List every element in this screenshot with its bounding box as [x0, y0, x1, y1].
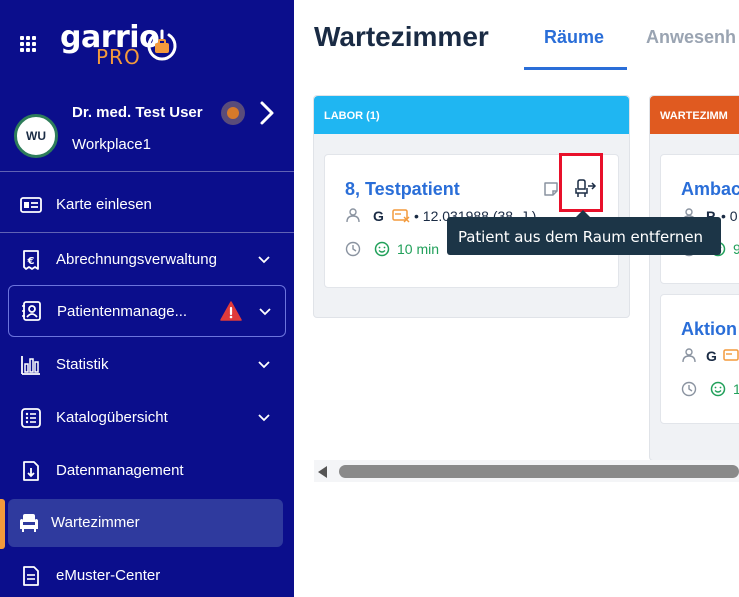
sidebar-item-read-card[interactable]: Karte einlesen: [8, 181, 286, 229]
user-name: Dr. med. Test User: [72, 104, 203, 121]
avatar[interactable]: WU: [14, 114, 58, 158]
insurance-card-icon: [723, 349, 739, 361]
sidebar-item-patients[interactable]: Patientenmanage...: [8, 285, 286, 337]
sidebar-item-label: Karte einlesen: [56, 196, 152, 213]
active-tab-underline: [524, 67, 627, 70]
sidebar-item-billing[interactable]: € Abrechnungsverwaltung: [8, 236, 286, 284]
divider: [0, 232, 294, 233]
waiting-time: 10: [733, 381, 739, 397]
clock-icon: [681, 381, 697, 397]
garrio-pro-logo[interactable]: garrio PRO: [60, 20, 190, 72]
id-card-icon: [20, 197, 42, 213]
sidebar-item-label: Katalogübersicht: [56, 409, 168, 426]
smiley-icon: [374, 241, 390, 257]
sidebar-item-emuster[interactable]: eMuster-Center: [8, 552, 286, 597]
chevron-down-icon[interactable]: [258, 305, 272, 319]
scrollbar-thumb[interactable]: [339, 465, 739, 478]
file-download-icon: [23, 461, 39, 481]
patient-file-icon: [22, 301, 41, 321]
chevron-down-icon[interactable]: [257, 411, 271, 425]
room-column-waiting: WARTEZIMM Ambac P • 0 9 Aktion G 1: [649, 95, 739, 461]
tab-attendance[interactable]: Anwesenh: [646, 27, 736, 48]
chevron-down-icon[interactable]: [257, 253, 271, 267]
power-briefcase-icon: [147, 29, 177, 61]
sidebar-item-catalog[interactable]: Katalogübersicht: [8, 394, 286, 442]
patient-card[interactable]: Aktion G 10: [660, 294, 739, 424]
patient-name[interactable]: Ambac: [681, 179, 739, 200]
armchair-icon: [20, 514, 38, 532]
clock-icon: [345, 241, 361, 257]
document-icon: [23, 566, 39, 586]
sidebar-item-label: Datenmanagement: [56, 462, 184, 479]
room-header: LABOR (1): [314, 96, 629, 134]
logo-product: PRO: [96, 45, 141, 69]
tab-rooms[interactable]: Räume: [544, 27, 604, 48]
patient-name[interactable]: Aktion: [681, 319, 737, 340]
sidebar-item-waiting-room[interactable]: Wartezimmer: [8, 499, 283, 547]
patient-name[interactable]: 8, Testpatient: [345, 179, 460, 200]
highlight-box: [559, 153, 603, 212]
tooltip-arrow: [576, 210, 590, 217]
waiting-time: 10 min: [397, 241, 440, 257]
scroll-left-arrow[interactable]: [318, 466, 327, 478]
smiley-icon: [710, 381, 726, 397]
sidebar-item-label: Patientenmanage...: [57, 303, 188, 320]
user-workplace: Workplace1: [72, 136, 151, 153]
user-profile[interactable]: WU Dr. med. Test User Workplace1: [0, 92, 294, 170]
sidebar: garrio PRO WU Dr. med. Test User Workpla…: [0, 0, 294, 597]
patient-dob: • 0: [721, 208, 738, 224]
main-content: Wartezimmer Räume Anwesenh LABOR (1) 8, …: [294, 0, 739, 597]
active-indicator: [0, 499, 5, 549]
insurance-card-icon: [392, 209, 410, 223]
insurance-type: G: [706, 348, 717, 364]
app-grid-icon[interactable]: [20, 36, 36, 52]
person-icon: [682, 348, 696, 363]
room-header: WARTEZIMM: [650, 96, 739, 134]
waiting-time: 9: [733, 241, 739, 257]
euro-receipt-icon: €: [23, 250, 39, 270]
sidebar-item-label: Wartezimmer: [51, 514, 140, 531]
status-indicator-icon[interactable]: [221, 101, 245, 125]
sidebar-item-label: eMuster-Center: [56, 567, 161, 584]
tooltip: Patient aus dem Raum entfernen: [447, 217, 721, 255]
chevron-down-icon[interactable]: [257, 358, 271, 372]
catalog-list-icon: [21, 408, 41, 428]
divider: [0, 171, 294, 172]
sidebar-item-label: Abrechnungsverwaltung: [56, 251, 217, 268]
person-icon: [346, 208, 360, 223]
statistics-chart-icon: [21, 356, 40, 375]
page-title: Wartezimmer: [314, 21, 489, 52]
sidebar-item-statistics[interactable]: Statistik: [8, 341, 286, 389]
sidebar-item-data-management[interactable]: Datenmanagement: [8, 447, 286, 495]
sidebar-item-label: Statistik: [56, 356, 109, 373]
warning-icon: [220, 301, 242, 321]
chevron-right-icon[interactable]: [257, 100, 277, 126]
note-icon[interactable]: [543, 181, 559, 197]
svg-text:€: €: [27, 256, 35, 267]
insurance-type: G: [373, 208, 384, 224]
